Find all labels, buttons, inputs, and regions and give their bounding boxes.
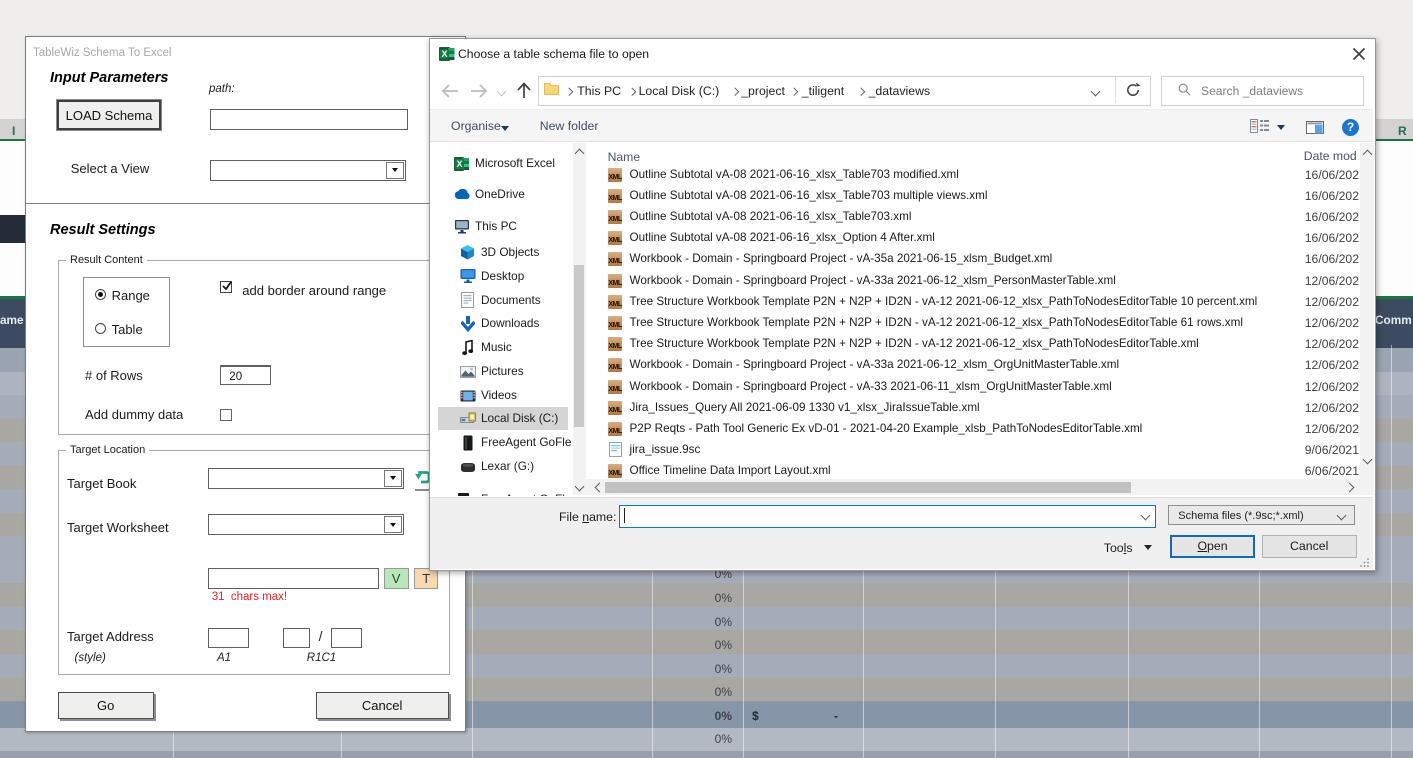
svg-text:X: X xyxy=(456,159,462,169)
svg-text:X: X xyxy=(441,49,447,59)
